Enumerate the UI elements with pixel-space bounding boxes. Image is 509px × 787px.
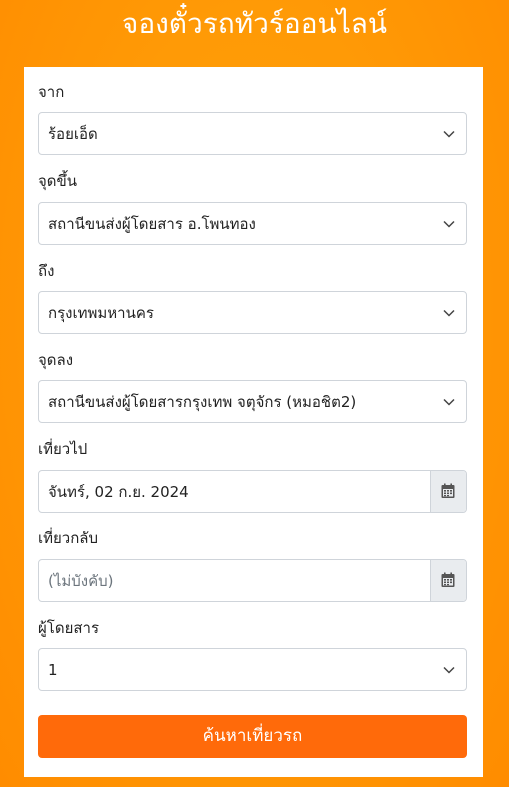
passengers-label: ผู้โดยสาร bbox=[38, 619, 100, 637]
return-calendar-button[interactable] bbox=[430, 560, 466, 601]
pickup-label: จุดขึ้น bbox=[38, 172, 78, 190]
depart-calendar-button[interactable] bbox=[430, 471, 466, 512]
return-placeholder: (ไม่บังคับ) bbox=[48, 572, 114, 590]
chevron-down-icon bbox=[443, 398, 455, 406]
pickup-value: สถานีขนส่งผู้โดยสาร อ.โพนทอง bbox=[48, 215, 256, 233]
dropoff-select[interactable]: สถานีขนส่งผู้โดยสารกรุงเทพ จตุจักร (หมอช… bbox=[38, 380, 467, 423]
booking-form-card: จาก ร้อยเอ็ด จุดขึ้น สถานีขนส่งผู้โดยสาร… bbox=[24, 67, 483, 777]
to-value: กรุงเทพมหานคร bbox=[48, 304, 154, 322]
dropoff-value: สถานีขนส่งผู้โดยสารกรุงเทพ จตุจักร (หมอช… bbox=[48, 393, 357, 411]
calendar-icon bbox=[441, 483, 455, 498]
pickup-select[interactable]: สถานีขนส่งผู้โดยสาร อ.โพนทอง bbox=[38, 202, 467, 245]
return-date-input[interactable]: (ไม่บังคับ) bbox=[38, 559, 467, 602]
from-label: จาก bbox=[38, 83, 65, 101]
from-value: ร้อยเอ็ด bbox=[48, 125, 98, 143]
depart-value: จันทร์, 02 ก.ย. 2024 bbox=[48, 483, 189, 501]
return-label: เที่ยวกลับ bbox=[38, 529, 99, 547]
chevron-down-icon bbox=[443, 666, 455, 674]
chevron-down-icon bbox=[443, 130, 455, 138]
dropoff-label: จุดลง bbox=[38, 351, 74, 369]
depart-date-input[interactable]: จันทร์, 02 ก.ย. 2024 bbox=[38, 470, 467, 513]
to-select[interactable]: กรุงเทพมหานคร bbox=[38, 291, 467, 334]
from-select[interactable]: ร้อยเอ็ด bbox=[38, 112, 467, 155]
depart-label: เที่ยวไป bbox=[38, 440, 88, 458]
calendar-icon bbox=[441, 572, 455, 587]
page-title: จองตั๋วรถทัวร์ออนไลน์ bbox=[121, 7, 388, 40]
to-label: ถึง bbox=[38, 262, 55, 280]
chevron-down-icon bbox=[443, 220, 455, 228]
passengers-value: 1 bbox=[48, 661, 58, 679]
passengers-select[interactable]: 1 bbox=[38, 648, 467, 691]
chevron-down-icon bbox=[443, 309, 455, 317]
search-trips-button[interactable]: ค้นหาเที่ยวรถ bbox=[38, 715, 467, 758]
